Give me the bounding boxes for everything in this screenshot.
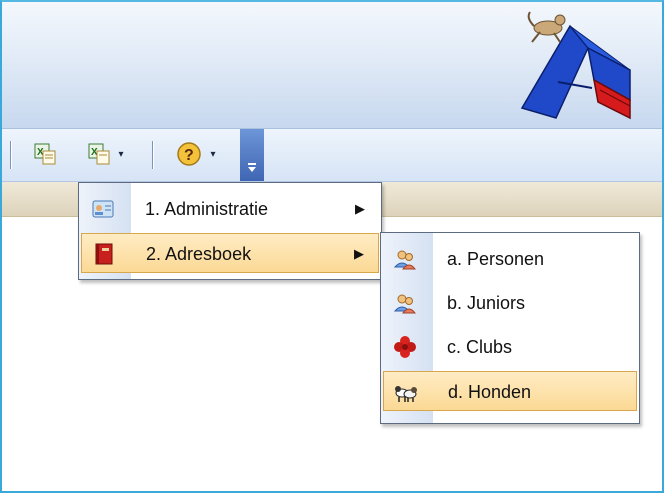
main-menu: 1. Administratie ▶ 2. Adresboek ▶ — [78, 182, 382, 280]
submenu-item-clubs[interactable]: c. Clubs — [383, 327, 637, 367]
excel-export-icon: X — [34, 143, 56, 165]
chevron-down-icon[interactable]: ▾ — [118, 149, 123, 160]
submenu-arrow-icon: ▶ — [354, 246, 364, 261]
chevron-down-icon[interactable]: ▾ — [210, 149, 215, 160]
svg-text:?: ? — [184, 147, 194, 164]
help-dropdown-button[interactable]: ? ▾ — [166, 138, 226, 170]
toolbar-separator — [152, 141, 154, 169]
contact-card-icon — [92, 200, 114, 218]
app-window: X X ▾ ? ▾ 1. Administratie ▶ 2. Adresboe… — [0, 0, 664, 493]
header-banner — [2, 2, 662, 129]
menu-item-label: 1. Administratie — [145, 199, 269, 219]
help-icon: ? — [177, 142, 202, 166]
excel-export-button[interactable]: X — [30, 138, 62, 170]
submenu-item-juniors[interactable]: b. Juniors — [383, 283, 637, 323]
submenu-arrow-icon: ▶ — [355, 201, 365, 216]
submenu-item-label: c. Clubs — [447, 337, 513, 357]
submenu-item-label: d. Honden — [448, 382, 532, 402]
red-flower-icon — [394, 336, 416, 358]
submenu-item-personen[interactable]: a. Personen — [383, 239, 637, 279]
menu-item-adresboek[interactable]: 2. Adresboek ▶ — [81, 233, 379, 273]
agility-dog-logo-icon — [520, 11, 631, 120]
people-icon — [393, 294, 417, 314]
toolbar-overflow-button[interactable] — [240, 129, 264, 181]
submenu-item-label: b. Juniors — [447, 293, 526, 313]
excel-export-dropdown-button[interactable]: X ▾ — [80, 138, 132, 170]
menu-item-administratie[interactable]: 1. Administratie ▶ — [81, 189, 379, 229]
people-icon — [393, 250, 417, 270]
red-book-icon — [95, 243, 113, 265]
submenu-item-honden[interactable]: d. Honden — [383, 371, 637, 411]
toolbar-separator — [10, 141, 12, 169]
toolbar: X X ▾ ? ▾ — [2, 129, 662, 182]
overflow-chevron-icon — [248, 163, 256, 172]
excel-export-dropdown-icon: X — [88, 143, 110, 165]
dogs-icon — [395, 386, 417, 402]
adresboek-submenu: a. Personen b. Juniors c. Clubs d. Honde… — [380, 232, 640, 424]
submenu-item-label: a. Personen — [447, 249, 545, 269]
menu-item-label: 2. Adresboek — [146, 244, 252, 264]
